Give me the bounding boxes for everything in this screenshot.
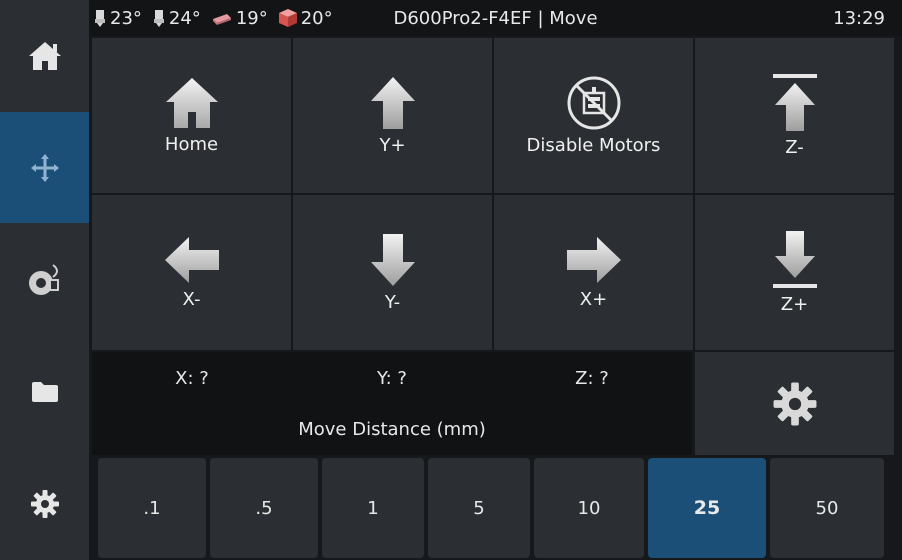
- z-plus-label: Z+: [780, 294, 809, 315]
- y-plus-label: Y+: [379, 135, 406, 156]
- arrow-right-icon: [566, 237, 621, 283]
- z-plus-button[interactable]: Z+: [695, 195, 894, 350]
- extruder-1-value: 23°: [110, 7, 142, 29]
- home-icon: [28, 41, 61, 70]
- z-up-icon: [772, 74, 817, 131]
- arrow-down-icon: [370, 234, 415, 286]
- y-position: Y: ?: [377, 368, 407, 389]
- x-position: X: ?: [175, 368, 209, 389]
- chamber-value: 20°: [300, 7, 333, 29]
- x-plus-label: X+: [579, 289, 608, 310]
- distance-50-button[interactable]: 50: [770, 458, 884, 558]
- distance-selector: .1 .5 1 5 10 25 50: [98, 458, 888, 558]
- nav-settings[interactable]: [0, 448, 89, 559]
- move-distance-label: Move Distance (mm): [298, 419, 486, 440]
- heated-bed-value: 19°: [235, 7, 268, 29]
- distance-0-1-button[interactable]: .1: [98, 458, 206, 558]
- distance-25-button[interactable]: 25: [648, 458, 766, 558]
- disable-motors-label: Disable Motors: [526, 135, 661, 156]
- distance-5-button[interactable]: 5: [428, 458, 530, 558]
- arrow-left-icon: [164, 237, 219, 283]
- home-icon: [165, 78, 218, 128]
- gear-icon: [30, 489, 59, 518]
- disable-motors-button[interactable]: Disable Motors: [494, 38, 693, 193]
- home-button-label: Home: [164, 134, 219, 155]
- z-down-icon: [772, 231, 817, 288]
- extruder-2-value: 24°: [168, 7, 201, 29]
- extruder-2-icon: [153, 10, 164, 27]
- gear-icon: [773, 382, 816, 425]
- status-bar: 23° 24° 19° 20° D600Pro2-F4EF | Move 13:…: [89, 0, 902, 36]
- heated-bed-temp[interactable]: 19°: [211, 8, 268, 29]
- chamber-icon: [278, 9, 297, 27]
- move-arrows-icon: [30, 153, 59, 182]
- x-minus-button[interactable]: X-: [92, 195, 291, 350]
- z-position: Z: ?: [575, 368, 609, 389]
- move-grid: Home Y+ Disable Motors Z- X- Y- X+ Z+: [92, 38, 894, 350]
- folder-icon: [31, 381, 58, 402]
- nav-home[interactable]: [0, 0, 89, 111]
- sidebar: [0, 0, 89, 560]
- clock: 13:29: [833, 7, 885, 29]
- filament-spool-icon: [28, 263, 59, 295]
- arrow-up-icon: [370, 77, 415, 129]
- nav-extrude[interactable]: [0, 224, 89, 335]
- home-button[interactable]: Home: [92, 38, 291, 193]
- y-plus-button[interactable]: Y+: [293, 38, 492, 193]
- heated-bed-icon: [212, 14, 231, 25]
- temperatures: 23° 24° 19° 20°: [89, 8, 333, 29]
- extruder-1-temp[interactable]: 23°: [93, 8, 142, 29]
- z-minus-button[interactable]: Z-: [695, 38, 894, 193]
- nav-move[interactable]: [0, 112, 89, 223]
- position-panel: X: ? Y: ? Z: ? Move Distance (mm): [92, 352, 692, 455]
- disable-motors-icon: [567, 76, 620, 130]
- x-minus-label: X-: [182, 289, 201, 310]
- extruder-2-temp[interactable]: 24°: [152, 8, 201, 29]
- nav-files[interactable]: [0, 336, 89, 447]
- distance-0-5-button[interactable]: .5: [210, 458, 318, 558]
- distance-10-button[interactable]: 10: [534, 458, 644, 558]
- distance-1-button[interactable]: 1: [322, 458, 424, 558]
- chamber-temp[interactable]: 20°: [278, 8, 333, 29]
- z-minus-label: Z-: [785, 137, 804, 158]
- y-minus-label: Y-: [384, 292, 401, 313]
- y-minus-button[interactable]: Y-: [293, 195, 492, 350]
- move-settings-button[interactable]: [695, 352, 894, 455]
- extruder-1-icon: [95, 10, 105, 27]
- x-plus-button[interactable]: X+: [494, 195, 693, 350]
